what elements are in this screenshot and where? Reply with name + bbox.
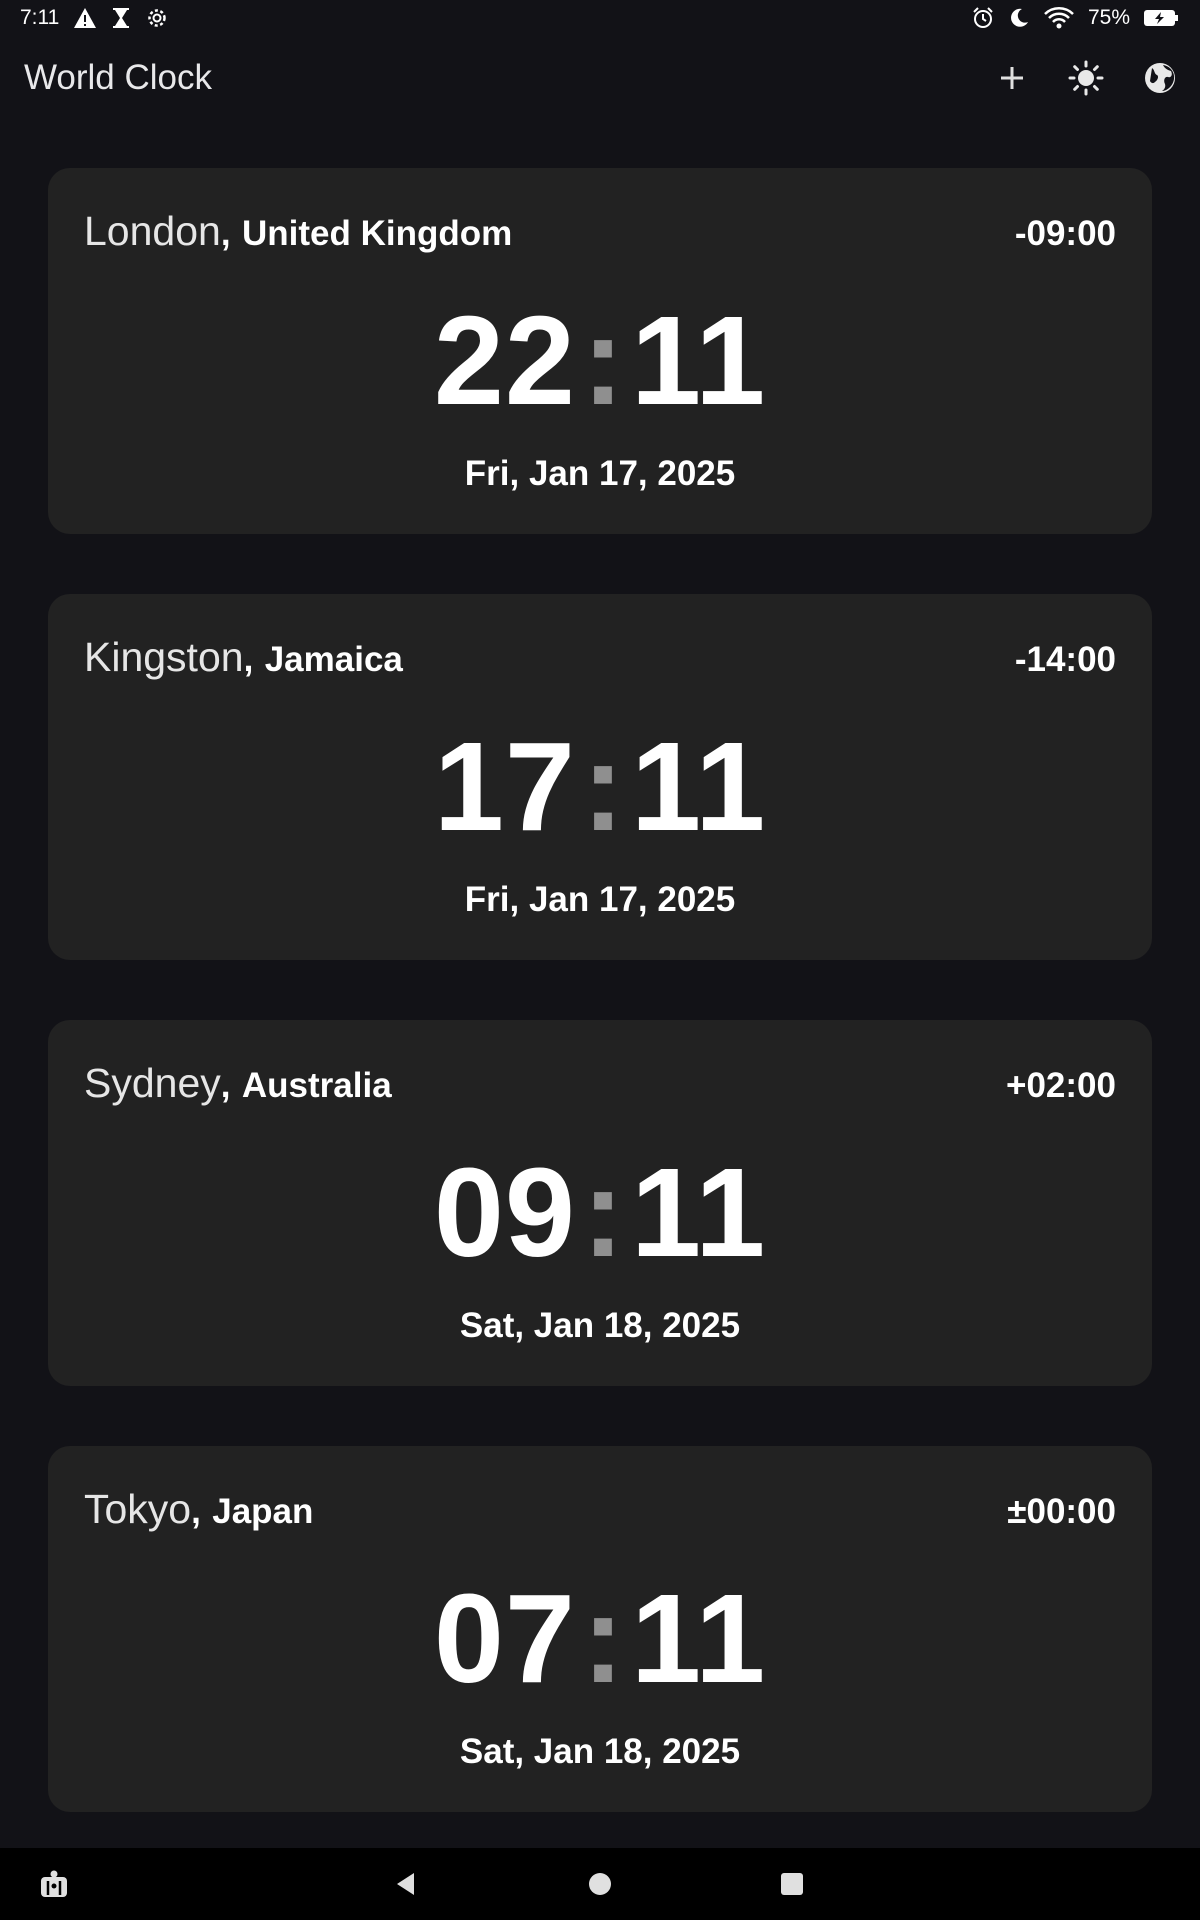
city-name: London — [84, 208, 221, 254]
city-name: Sydney — [84, 1060, 221, 1106]
app-title: World Clock — [24, 58, 213, 97]
clock-hours: 22 — [433, 290, 576, 431]
status-left: 7:11 — [20, 6, 169, 30]
clock-hours: 17 — [433, 716, 576, 857]
add-clock-button[interactable] — [986, 52, 1038, 104]
status-bar: 7:11 75% — [0, 0, 1200, 36]
clock-card-sydney[interactable]: Sydney, Australia +02:00 09:11 Sat, Jan … — [48, 1020, 1152, 1386]
back-button[interactable] — [382, 1860, 430, 1908]
city-name: Tokyo — [84, 1486, 192, 1532]
location-label: Sydney, Australia — [84, 1060, 392, 1107]
comma: , — [191, 1492, 201, 1531]
location-label: Tokyo, Japan — [84, 1486, 313, 1533]
country-name: Japan — [212, 1492, 314, 1531]
status-right: 75% — [972, 6, 1180, 30]
utc-offset: -09:00 — [1014, 214, 1116, 253]
comma: , — [220, 1066, 231, 1105]
timezone-globe-button[interactable] — [1134, 52, 1186, 104]
clock-minutes: 11 — [630, 1568, 767, 1709]
clock-date: Fri, Jan 17, 2025 — [464, 454, 736, 493]
system-nav-bar — [0, 1848, 1200, 1920]
card-header: London, United Kingdom -09:00 — [84, 208, 1116, 255]
clock-card-tokyo[interactable]: Tokyo, Japan ±00:00 07:11 Sat, Jan 18, 2… — [48, 1446, 1152, 1812]
home-button[interactable] — [576, 1860, 624, 1908]
card-header: Tokyo, Japan ±00:00 — [84, 1486, 1116, 1533]
clock-minutes: 11 — [630, 716, 767, 857]
accessibility-icon — [41, 1870, 67, 1897]
globe-icon — [1145, 63, 1175, 93]
card-header: Kingston, Jamaica -14:00 — [84, 634, 1116, 681]
utc-offset: ±00:00 — [1007, 1492, 1116, 1531]
clock-minutes: 11 — [630, 290, 767, 431]
time-separator: : — [581, 1568, 625, 1709]
utc-offset: +02:00 — [1006, 1066, 1116, 1105]
status-time: 7:11 — [20, 6, 60, 29]
battery-charging-icon — [1144, 8, 1180, 28]
warning-icon — [73, 7, 97, 29]
battery-percent: 75% — [1087, 6, 1130, 29]
clock-hours: 09 — [433, 1142, 576, 1283]
clock-time: 07:11 — [48, 1576, 1152, 1702]
comma: , — [243, 640, 254, 679]
back-icon — [397, 1873, 414, 1895]
clock-list: London, United Kingdom -09:00 22:11 Fri,… — [48, 168, 1152, 1872]
clock-date: Fri, Jan 17, 2025 — [464, 880, 736, 919]
theme-toggle-button[interactable] — [1060, 52, 1112, 104]
clock-date: Sat, Jan 18, 2025 — [459, 1732, 741, 1771]
hourglass-icon — [111, 7, 131, 29]
time-separator: : — [581, 1142, 625, 1283]
city-name: Kingston — [84, 634, 244, 680]
location-label: Kingston, Jamaica — [84, 634, 403, 681]
country-name: Australia — [241, 1066, 392, 1105]
country-name: United Kingdom — [241, 214, 513, 253]
home-icon — [589, 1873, 611, 1895]
time-separator: : — [581, 290, 625, 431]
clock-card-kingston[interactable]: Kingston, Jamaica -14:00 17:11 Fri, Jan … — [48, 594, 1152, 960]
time-separator: : — [581, 716, 625, 857]
moon-icon — [1008, 7, 1030, 29]
recents-button[interactable] — [768, 1860, 816, 1908]
app-bar: World Clock — [0, 40, 1200, 116]
clock-time: 22:11 — [48, 298, 1152, 424]
brightness-icon — [1068, 60, 1104, 96]
clock-card-london[interactable]: London, United Kingdom -09:00 22:11 Fri,… — [48, 168, 1152, 534]
settings-gear-icon — [145, 6, 169, 30]
accessibility-button[interactable] — [30, 1860, 78, 1908]
comma: , — [220, 214, 231, 253]
recents-icon — [781, 1873, 803, 1895]
clock-date: Sat, Jan 18, 2025 — [459, 1306, 741, 1345]
location-label: London, United Kingdom — [84, 208, 512, 255]
clock-time: 09:11 — [48, 1150, 1152, 1276]
app-actions — [986, 52, 1186, 104]
add-icon — [1001, 67, 1023, 89]
clock-hours: 07 — [433, 1568, 576, 1709]
wifi-icon — [1044, 7, 1074, 29]
utc-offset: -14:00 — [1014, 640, 1116, 679]
clock-time: 17:11 — [48, 724, 1152, 850]
country-name: Jamaica — [264, 640, 403, 679]
alarm-icon — [972, 7, 994, 29]
card-header: Sydney, Australia +02:00 — [84, 1060, 1116, 1107]
clock-minutes: 11 — [630, 1142, 767, 1283]
